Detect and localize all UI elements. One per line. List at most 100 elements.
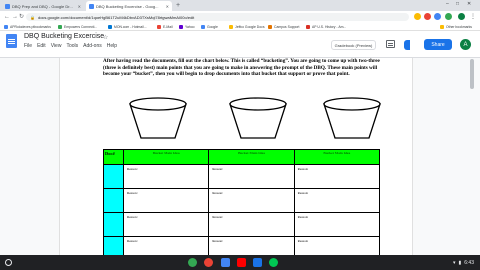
extension-icon[interactable]	[434, 13, 441, 20]
gradebook-button[interactable]: Gradebook (Preview)	[331, 40, 376, 50]
tab-strip: DBQ Prep and DBQ - Google Dr... ✕ DBQ Bu…	[0, 0, 480, 11]
docs-logo-icon[interactable]	[6, 34, 17, 48]
bookmark-other[interactable]: Other bookmarks	[440, 24, 472, 30]
extension-icon[interactable]	[445, 13, 452, 20]
bucketing-table: Doc# Bucket Main Idea Bucket Main Idea B…	[103, 149, 381, 261]
bookmark-item[interactable]: MON.com - Hotmail...	[108, 24, 147, 30]
bookmark-icon	[229, 25, 233, 29]
folder-icon	[440, 25, 444, 29]
bookmark-item[interactable]: Campus Support	[268, 24, 299, 30]
reason-cell[interactable]: Reason:	[293, 188, 381, 213]
extension-icon[interactable]	[424, 13, 431, 20]
bookmark-icon	[4, 25, 8, 29]
star-icon[interactable]: ☆	[103, 34, 108, 41]
scrollbar-thumb[interactable]	[470, 59, 474, 89]
comment-icon[interactable]	[386, 40, 395, 48]
bookmark-item[interactable]: E-Mail	[157, 24, 173, 30]
doc-number-cell[interactable]	[103, 164, 124, 189]
doc-number-cell[interactable]	[103, 188, 124, 213]
document-title[interactable]: DBQ Bucketing Excercise	[24, 33, 104, 40]
launcher-icon[interactable]	[5, 259, 12, 266]
play-store-icon[interactable]	[269, 258, 278, 267]
url-text: docs.google.com/document/d/1qoeHgB61T2uM…	[37, 14, 195, 20]
close-icon[interactable]: ✕	[166, 4, 169, 9]
share-button[interactable]: Share	[424, 39, 452, 50]
profile-avatar[interactable]	[458, 13, 465, 20]
lock-icon: 🔒	[30, 14, 35, 20]
menu-add-ons[interactable]: Add-ons	[83, 43, 102, 49]
gmail-app-icon[interactable]	[204, 258, 213, 267]
bookmark-icon	[306, 25, 310, 29]
reason-cell[interactable]: Reason:	[122, 212, 210, 237]
tab-dbq-prep[interactable]: DBQ Prep and DBQ - Google Dr... ✕	[2, 1, 84, 11]
close-window-button[interactable]: ✕	[467, 1, 471, 7]
table-row: Reason: Reason: Reason:	[103, 212, 381, 237]
table-header-row: Doc# Bucket Main Idea Bucket Main Idea B…	[103, 149, 381, 165]
reason-cell[interactable]: Reason:	[208, 164, 295, 189]
reason-cell[interactable]: Reason:	[293, 212, 381, 237]
clock: 6:43	[464, 259, 474, 266]
bookmarks-bar: APRolodexes ptbookmarks Empowers Connect…	[0, 23, 480, 31]
docs-tab-icon	[5, 3, 10, 9]
bucket-main-idea-header[interactable]: Bucket Main Idea	[208, 149, 295, 165]
docs-app-icon[interactable]	[221, 258, 230, 267]
back-button[interactable]: ←	[4, 13, 10, 21]
chrome-menu-icon[interactable]: ⋮	[470, 13, 476, 21]
table-row: Reason: Reason: Reason:	[103, 164, 381, 189]
wifi-icon: ▾	[452, 259, 456, 266]
extension-icon[interactable]	[414, 13, 421, 20]
reason-cell[interactable]: Reason:	[208, 188, 295, 213]
share-settings-icon[interactable]	[404, 40, 410, 50]
table-row: Reason: Reason: Reason:	[103, 188, 381, 213]
bookmark-item[interactable]: AP U.S. History - Am...	[306, 24, 346, 30]
docs-tab-icon	[89, 3, 94, 9]
doc-number-cell[interactable]	[103, 212, 124, 237]
bucket-main-idea-header[interactable]: Bucket Main Idea	[122, 149, 210, 165]
system-tray[interactable]: ▾ ▮ 6:43	[428, 258, 474, 267]
address-bar[interactable]: 🔒 docs.google.com/document/d/1qoeHgB61T2…	[26, 13, 409, 21]
avatar[interactable]: A	[460, 39, 471, 50]
bookmark-icon	[179, 25, 183, 29]
doc-number-header: Doc#	[103, 149, 124, 165]
reload-button[interactable]: ↻	[19, 13, 24, 21]
bookmark-item[interactable]: Yahoo	[179, 24, 195, 30]
tab-dbq-bucketing[interactable]: DBQ Bucketing Excercise - Goog... ✕	[86, 1, 172, 11]
docs-header: DBQ Bucketing Excercise ☆ File Edit View…	[0, 31, 480, 57]
menu-file[interactable]: File	[24, 43, 32, 49]
os-shelf: ▾ ▮ 6:43	[0, 255, 480, 270]
docs-menu-bar: File Edit View Tools Add-ons Help	[24, 43, 117, 49]
bookmark-icon	[157, 25, 161, 29]
files-app-icon[interactable]	[253, 258, 262, 267]
reason-cell[interactable]: Reason:	[293, 164, 381, 189]
bookmark-icon	[108, 25, 112, 29]
bookmark-item[interactable]: Empowers Connecti...	[58, 24, 97, 30]
youtube-app-icon[interactable]	[237, 258, 246, 267]
bookmark-item[interactable]: Google	[201, 24, 218, 30]
minimize-button[interactable]: –	[446, 1, 449, 7]
reason-cell[interactable]: Reason:	[208, 212, 295, 237]
chrome-app-icon[interactable]	[188, 258, 197, 267]
menu-help[interactable]: Help	[107, 43, 117, 49]
browser-toolbar: ← → ↻ 🔒 docs.google.com/document/d/1qoeH…	[0, 11, 480, 23]
bookmark-icon	[201, 25, 205, 29]
bucket-icon	[323, 97, 381, 139]
bucket-icon	[229, 97, 287, 139]
forward-button[interactable]: →	[12, 13, 18, 21]
bookmark-item[interactable]: APRolodexes ptbookmarks	[4, 24, 51, 30]
new-tab-button[interactable]: +	[176, 1, 180, 10]
reason-cell[interactable]: Reason:	[122, 164, 210, 189]
bookmark-icon	[268, 25, 272, 29]
bookmark-icon	[58, 25, 62, 29]
share-label: Share	[431, 41, 445, 48]
close-icon[interactable]: ✕	[78, 4, 81, 9]
bucket-illustrations	[129, 97, 381, 139]
reason-cell[interactable]: Reason:	[122, 188, 210, 213]
bucket-icon	[129, 97, 187, 139]
maximize-button[interactable]: □	[456, 1, 459, 7]
menu-tools[interactable]: Tools	[66, 43, 78, 49]
menu-edit[interactable]: Edit	[37, 43, 46, 49]
instructions-paragraph: After having read the documents, fill ou…	[103, 58, 380, 78]
menu-view[interactable]: View	[51, 43, 62, 49]
bucket-main-idea-header[interactable]: Bucket Main Idea	[293, 149, 381, 165]
bookmark-item[interactable]: Jeffco Google Docs	[229, 24, 265, 30]
